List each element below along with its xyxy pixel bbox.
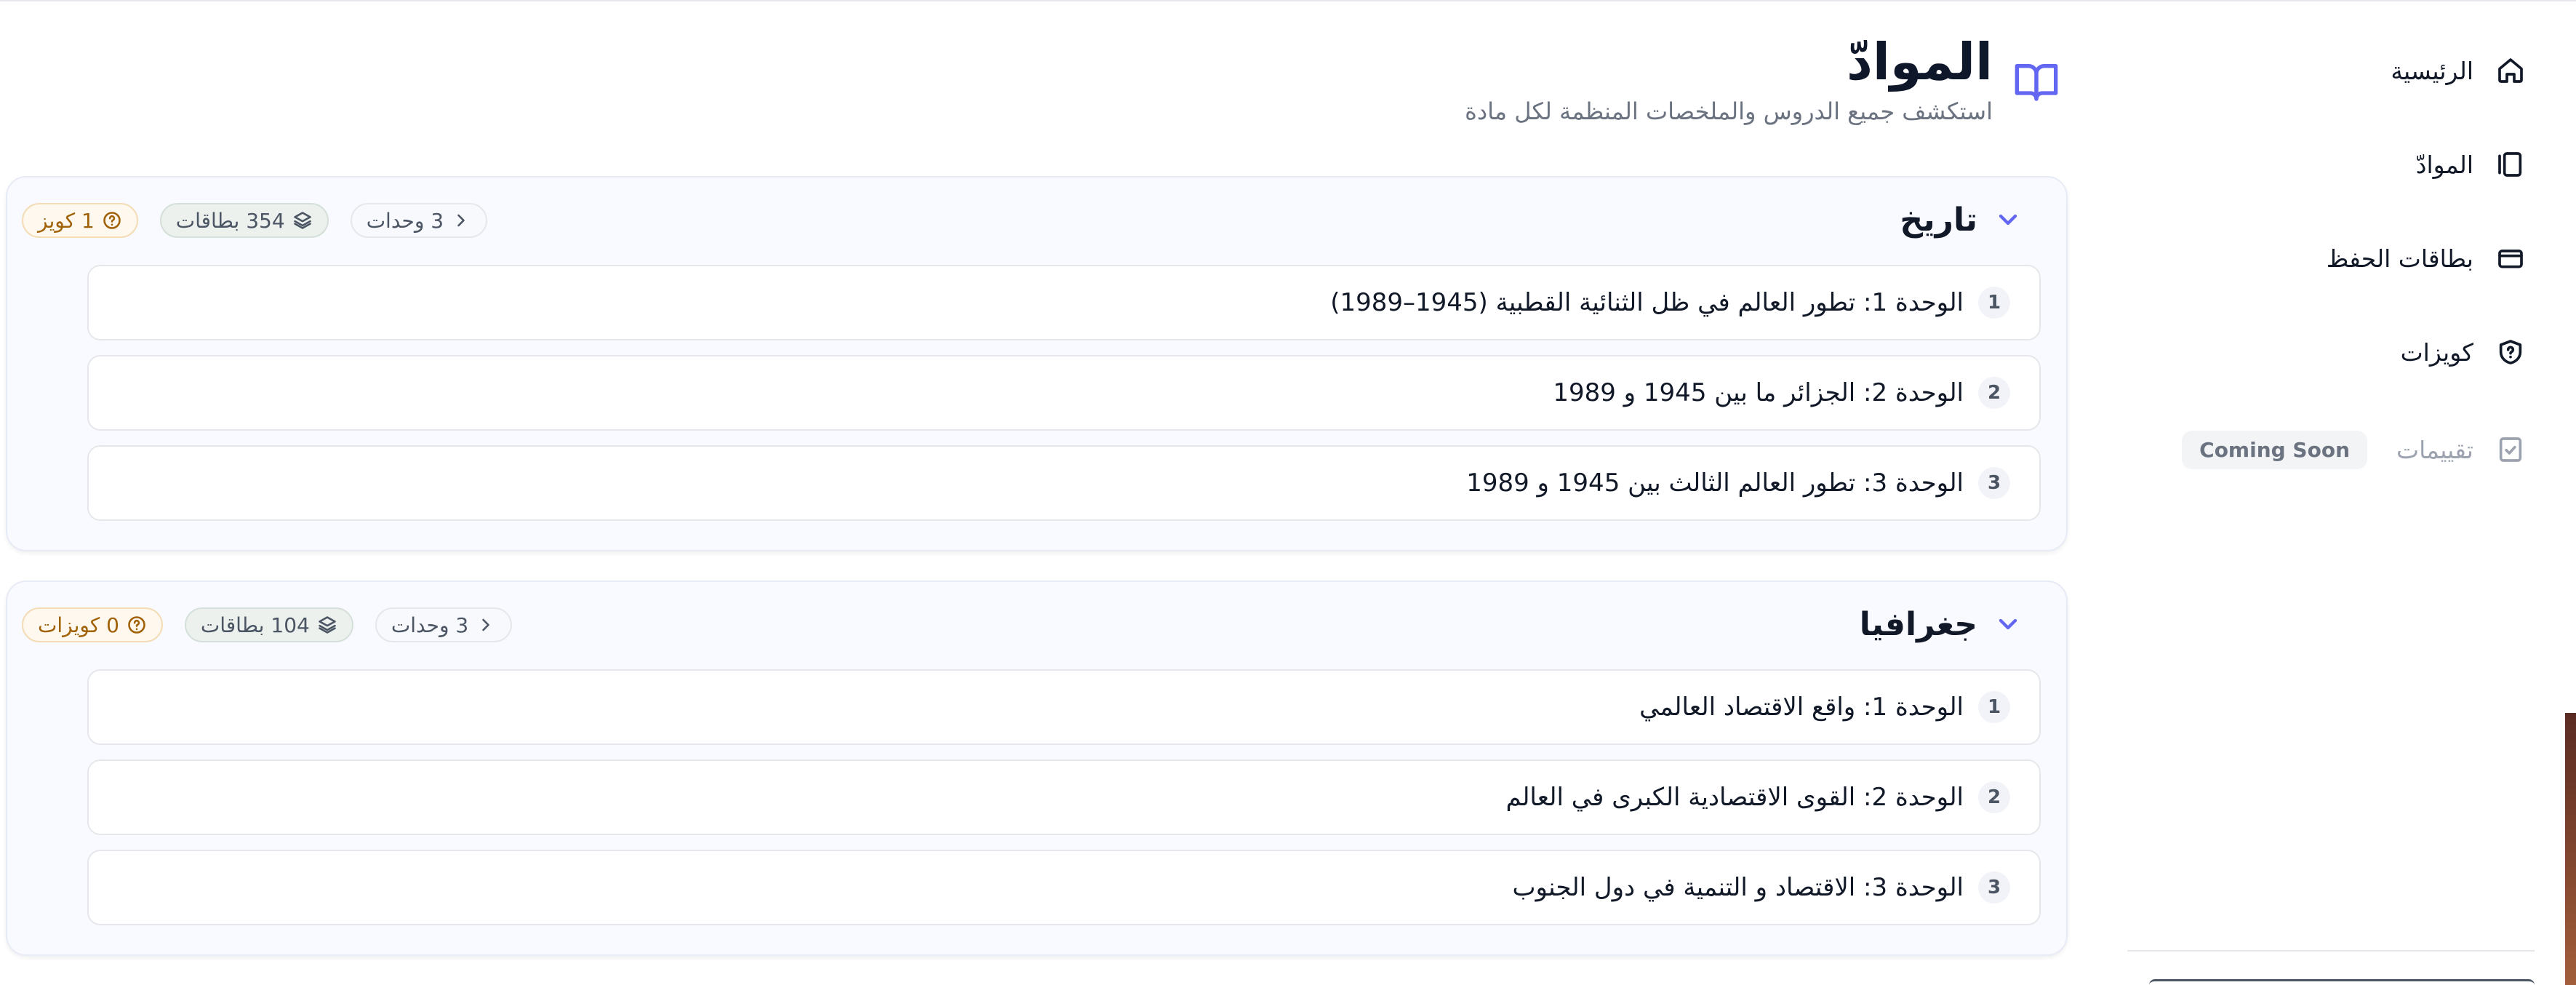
book-open-icon — [2013, 58, 2060, 105]
sidebar-item-subjects[interactable]: الموادّ — [2416, 135, 2527, 194]
subject-card-history: تاريخ 1 كويز 354 بطاقات 3 وحدات 1 الوحدة… — [6, 176, 2068, 551]
unit-title: الوحدة 3: تطور العالم الثالث بين 1945 و … — [1466, 468, 1964, 498]
unit-number: 3 — [1978, 467, 2010, 499]
home-icon — [2494, 54, 2527, 87]
quiz-count-label: 0 كويزات — [38, 613, 119, 637]
checklist-icon — [2494, 433, 2527, 466]
unit-number: 2 — [1978, 377, 2010, 409]
sidebar-item-label: كويزات — [2400, 338, 2473, 367]
unit-title: الوحدة 3: الاقتصاد و التنمية في دول الجن… — [1512, 873, 1964, 902]
page-title: الموادّ — [1846, 32, 1993, 92]
unit-number: 1 — [1978, 691, 2010, 723]
cards-count-label: 354 بطاقات — [175, 208, 285, 233]
subject-toggle[interactable]: تاريخ — [1900, 198, 2023, 242]
cards-count-badge: 104 بطاقات — [184, 607, 353, 642]
sidebar-item-label: تقييمات — [2396, 435, 2473, 464]
unit-row[interactable]: 3 الوحدة 3: تطور العالم الثالث بين 1945 … — [87, 445, 2041, 521]
coming-soon-badge: Coming Soon — [2182, 430, 2367, 469]
unit-number: 2 — [1978, 781, 2010, 813]
sidebar-item-label: الرئيسية — [2391, 56, 2473, 85]
sidebar-item-quizzes[interactable]: كويزات — [2401, 323, 2527, 381]
quiz-count-badge: 1 كويز — [22, 203, 138, 238]
unit-row[interactable]: 1 الوحدة 1: واقع الاقتصاد العالمي — [87, 669, 2041, 745]
layers-icon — [319, 616, 336, 634]
library-icon — [2494, 148, 2527, 181]
window-edge — [2565, 713, 2576, 985]
chevron-right-icon — [457, 214, 465, 227]
layers-icon — [293, 212, 311, 229]
sidebar: الرئيسية الموادّ بطاقات الحفظ كويزات تقي… — [2127, 0, 2542, 985]
cards-count-label: 104 بطاقات — [200, 613, 310, 637]
unit-number: 1 — [1978, 287, 2010, 319]
unit-row[interactable]: 2 الوحدة 2: الجزائر ما بين 1945 و 1989 — [87, 355, 2041, 431]
subject-stats: 0 كويزات 104 بطاقات 3 وحدات — [22, 607, 513, 642]
subject-card-geography: جغرافيا 0 كويزات 104 بطاقات 3 وحدات 1 ال… — [6, 581, 2068, 956]
unit-title: الوحدة 2: القوى الاقتصادية الكبرى في الع… — [1505, 783, 1964, 812]
help-circle-icon — [103, 212, 121, 229]
subject-name: جغرافيا — [1859, 605, 1977, 643]
unit-title: الوحدة 1: واقع الاقتصاد العالمي — [1639, 693, 1964, 722]
shield-question-icon — [2494, 335, 2527, 369]
sidebar-item-flashcards[interactable]: بطاقات الحفظ — [2327, 229, 2527, 287]
unit-number: 3 — [1978, 872, 2010, 904]
sidebar-item-label: الموادّ — [2415, 150, 2473, 179]
cards-count-badge: 354 بطاقات — [159, 203, 329, 238]
subject-header[interactable]: جغرافيا 0 كويزات 104 بطاقات 3 وحدات — [7, 602, 2066, 646]
unit-title: الوحدة 1: تطور العالم في ظل الثنائية الق… — [1330, 288, 1964, 317]
page-subtitle: استكشف جميع الدروس والملخصات المنظمة لكل… — [1465, 97, 1993, 125]
unit-row[interactable]: 1 الوحدة 1: تطور العالم في ظل الثنائية ا… — [87, 265, 2041, 340]
unit-row[interactable]: 2 الوحدة 2: القوى الاقتصادية الكبرى في ا… — [87, 759, 2041, 835]
units-count-label: 3 وحدات — [366, 208, 444, 233]
unit-row[interactable]: 3 الوحدة 3: الاقتصاد و التنمية في دول ال… — [87, 850, 2041, 925]
sidebar-divider — [2127, 950, 2535, 952]
subject-name: تاريخ — [1900, 201, 1977, 239]
quiz-count-badge: 0 كويزات — [22, 607, 163, 642]
subject-stats: 1 كويز 354 بطاقات 3 وحدات — [22, 203, 488, 238]
units-count-label: 3 وحدات — [391, 613, 469, 637]
subject-toggle[interactable]: جغرافيا — [1860, 602, 2023, 646]
help-circle-icon — [128, 616, 145, 634]
chevron-down-icon[interactable] — [1993, 205, 2023, 234]
chevron-down-icon[interactable] — [1993, 610, 2023, 639]
sidebar-item-label: بطاقات الحفظ — [2326, 244, 2473, 273]
quiz-count-label: 1 كويز — [38, 208, 95, 233]
units-count-badge[interactable]: 3 وحدات — [375, 607, 513, 642]
card-icon — [2494, 242, 2527, 275]
units-count-badge[interactable]: 3 وحدات — [350, 203, 488, 238]
sidebar-item-evaluations: تقييمات Coming Soon — [2182, 420, 2527, 479]
subject-header[interactable]: تاريخ 1 كويز 354 بطاقات 3 وحدات — [7, 198, 2066, 242]
chevron-right-icon — [482, 618, 490, 631]
sidebar-item-home[interactable]: الرئيسية — [2391, 41, 2527, 100]
unit-title: الوحدة 2: الجزائر ما بين 1945 و 1989 — [1553, 378, 1964, 407]
page-header: الموادّ استكشف جميع الدروس والملخصات الم… — [1465, 29, 2060, 125]
sidebar-footer-edge — [2149, 979, 2535, 985]
header-text: الموادّ استكشف جميع الدروس والملخصات الم… — [1465, 29, 1993, 125]
